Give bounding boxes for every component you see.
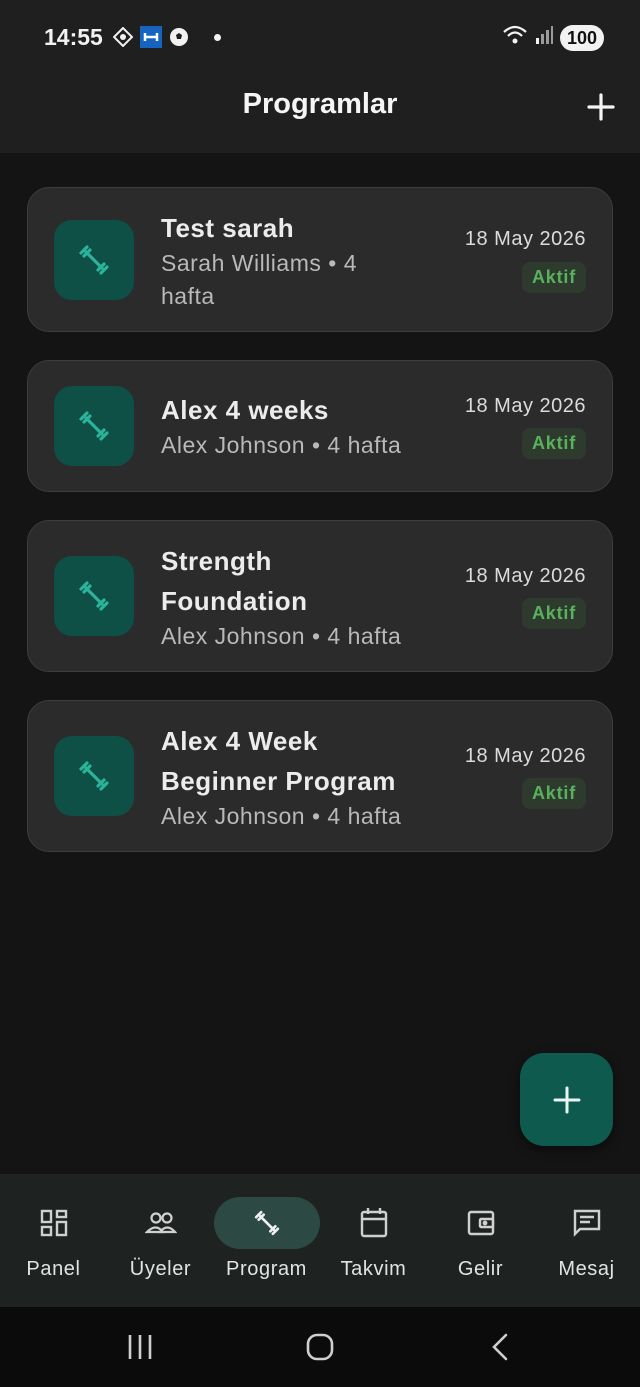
- dumbbell-icon: [54, 220, 134, 300]
- nav-label: Panel: [26, 1258, 81, 1280]
- program-title: Alex 4 Week Beginner Program: [161, 726, 396, 796]
- program-card[interactable]: Test sarah Sarah Williams • 4 hafta 18 M…: [27, 187, 613, 332]
- status-notification-icons: [112, 26, 221, 48]
- soccer-ball-icon: [168, 26, 190, 48]
- status-time: 14:55: [44, 24, 103, 50]
- add-program-button[interactable]: [584, 90, 618, 124]
- status-system-icons: 100: [502, 24, 604, 51]
- dashboard-icon: [1, 1197, 107, 1249]
- nav-label: Gelir: [457, 1258, 504, 1280]
- wifi-icon: [502, 24, 528, 51]
- message-icon: [534, 1197, 640, 1249]
- system-navigation-bar: [0, 1307, 640, 1387]
- dumbbell-icon: [54, 736, 134, 816]
- nav-item-mesaj[interactable]: Mesaj: [533, 1174, 640, 1307]
- recents-icon[interactable]: [120, 1327, 160, 1367]
- page-title: Programlar: [242, 88, 398, 120]
- calendar-icon: [321, 1197, 427, 1249]
- nav-item-panel[interactable]: Panel: [0, 1174, 107, 1307]
- program-subtitle: Alex Johnson • 4 hafta: [161, 623, 402, 649]
- navigation-app-icon: [112, 26, 134, 48]
- signal-icon: [534, 25, 554, 50]
- home-icon[interactable]: [300, 1327, 340, 1367]
- nav-label: Program: [226, 1258, 307, 1280]
- plus-icon: [553, 1086, 580, 1113]
- add-program-fab[interactable]: [520, 1053, 613, 1146]
- status-badge: Aktif: [522, 778, 586, 809]
- program-subtitle: Alex Johnson • 4 hafta: [161, 432, 402, 458]
- program-date: 18 May 2026: [464, 565, 586, 587]
- nav-item-gelir[interactable]: Gelir: [427, 1174, 534, 1307]
- nav-item-takvim[interactable]: Takvim: [320, 1174, 427, 1307]
- wallet-icon: [428, 1197, 534, 1249]
- status-bar: 14:55 100: [0, 0, 640, 76]
- program-date: 18 May 2026: [464, 745, 586, 767]
- notification-dot-icon: [214, 33, 221, 41]
- dumbbell-icon: [54, 386, 134, 466]
- battery-indicator: 100: [559, 24, 604, 51]
- program-title: Alex 4 weeks: [161, 395, 329, 425]
- program-card[interactable]: Alex 4 weeks Alex Johnson • 4 hafta 18 M…: [27, 360, 613, 492]
- program-subtitle: Sarah Williams • 4 hafta: [161, 250, 357, 309]
- program-date: 18 May 2026: [464, 395, 586, 417]
- nav-item-program[interactable]: Program: [213, 1174, 320, 1307]
- nav-label: Üyeler: [129, 1258, 192, 1280]
- nav-label: Takvim: [340, 1258, 407, 1280]
- program-title: Test sarah: [161, 213, 295, 243]
- bottom-navigation: Panel Üyeler Program Takvim Gelir Mesaj: [0, 1174, 640, 1307]
- dumbbell-app-icon: [140, 26, 162, 48]
- people-icon: [108, 1197, 214, 1249]
- status-badge: Aktif: [522, 598, 586, 629]
- program-subtitle: Alex Johnson • 4 hafta: [161, 803, 402, 829]
- status-badge: Aktif: [522, 428, 586, 459]
- nav-label: Mesaj: [558, 1258, 615, 1280]
- program-date: 18 May 2026: [464, 228, 586, 250]
- plus-icon: [587, 93, 615, 121]
- program-card[interactable]: Alex 4 Week Beginner Program Alex Johnso…: [27, 700, 613, 852]
- program-card[interactable]: Strength Foundation Alex Johnson • 4 haf…: [27, 520, 613, 672]
- nav-item-uyeler[interactable]: Üyeler: [107, 1174, 214, 1307]
- status-badge: Aktif: [522, 262, 586, 293]
- app-bar: Programlar: [0, 76, 640, 153]
- dumbbell-icon: [213, 1197, 320, 1249]
- dumbbell-icon: [54, 556, 134, 636]
- back-icon[interactable]: [480, 1327, 520, 1367]
- program-title: Strength Foundation: [161, 546, 308, 616]
